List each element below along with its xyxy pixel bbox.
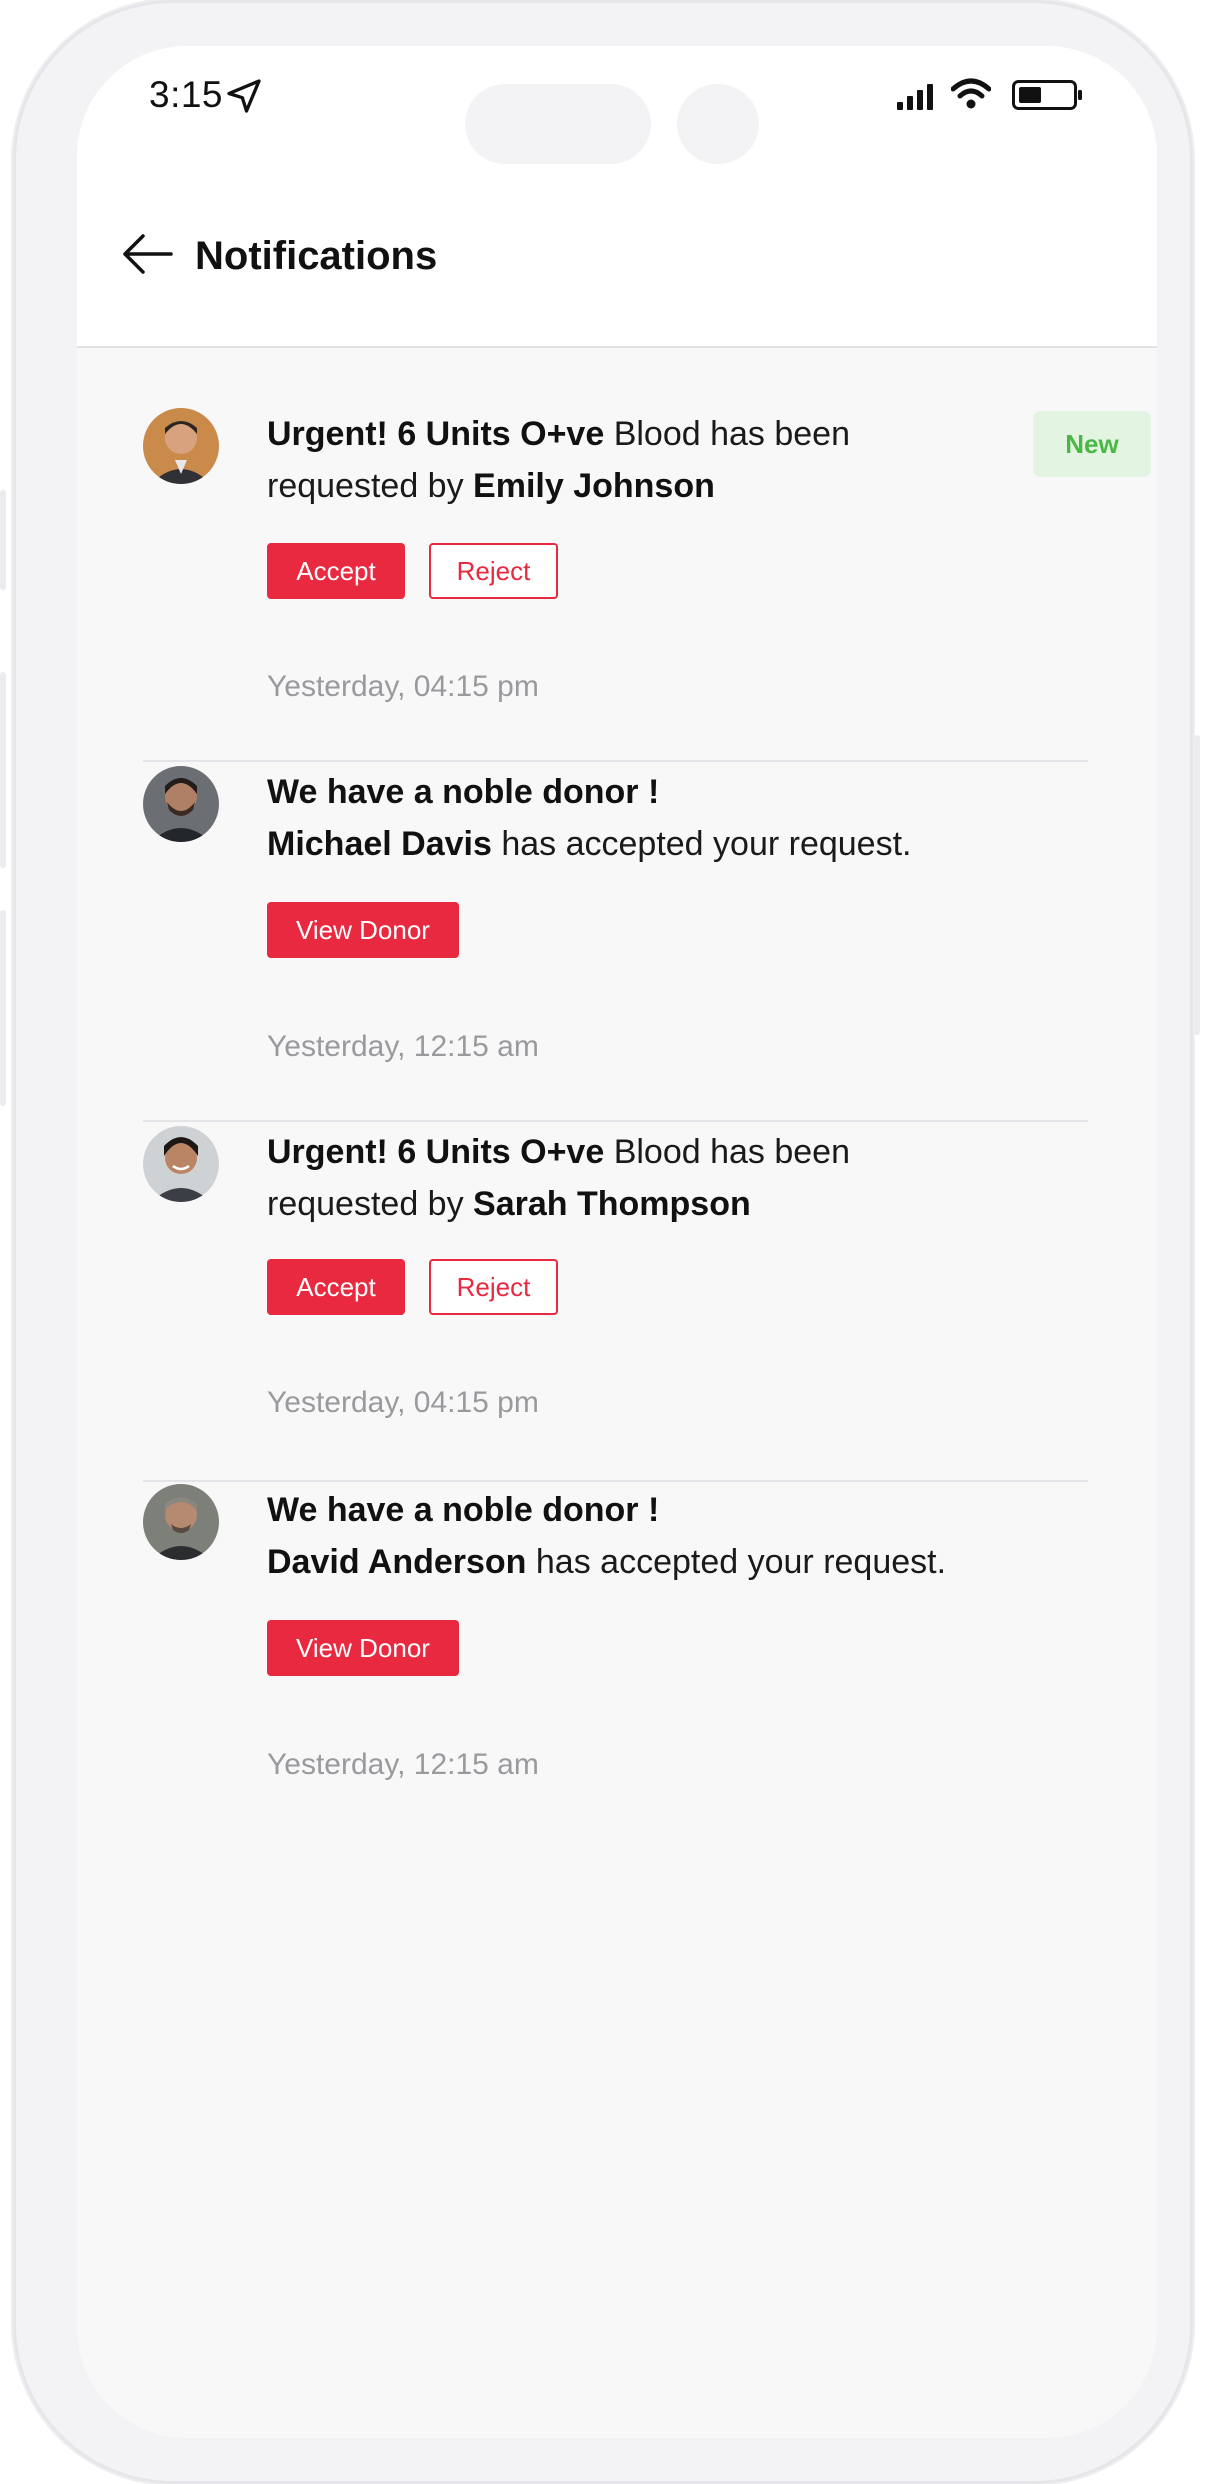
phone-frame: 3:15 Notifications Urgent! 6 Units O+ve … (0, 0, 1200, 2484)
reject-button[interactable]: Reject (429, 1259, 558, 1315)
cellular-signal-icon (897, 84, 933, 110)
notification-heading: We have a noble donor ! (267, 773, 660, 811)
donor-name: David Anderson (267, 1543, 527, 1581)
arrow-left-icon[interactable] (119, 231, 175, 277)
notification-highlight: Urgent! 6 Units O+ve (267, 415, 605, 453)
silent-switch (0, 490, 6, 590)
requester-name: Sarah Thompson (473, 1185, 751, 1223)
notification-time: Yesterday, 04:15 pm (267, 1386, 539, 1419)
notification-highlight: Urgent! 6 Units O+ve (267, 1133, 605, 1171)
notification-message: Urgent! 6 Units O+ve Blood has been requ… (267, 1126, 967, 1230)
notification-item: We have a noble donor ! David Anderson h… (143, 1484, 1093, 1804)
new-badge: New (1033, 411, 1151, 477)
view-donor-button[interactable]: View Donor (267, 1620, 459, 1676)
dynamic-island-camera (677, 84, 759, 164)
notification-message: We have a noble donor ! Michael Davis ha… (267, 766, 967, 870)
notification-time: Yesterday, 04:15 pm (267, 670, 539, 703)
dynamic-island-left (465, 84, 651, 164)
notification-message: We have a noble donor ! David Anderson h… (267, 1484, 967, 1588)
app-screen: 3:15 Notifications Urgent! 6 Units O+ve … (77, 46, 1157, 2438)
volume-down-button (0, 910, 6, 1106)
divider (143, 1120, 1088, 1122)
notification-item: Urgent! 6 Units O+ve Blood has been requ… (143, 408, 1151, 762)
notification-text: has accepted your request. (526, 1543, 947, 1581)
notification-item: We have a noble donor ! Michael Davis ha… (143, 766, 1093, 1122)
location-arrow-icon (227, 79, 261, 113)
view-donor-button[interactable]: View Donor (267, 902, 459, 958)
reject-button[interactable]: Reject (429, 543, 558, 599)
avatar (143, 1484, 219, 1560)
avatar (143, 1126, 219, 1202)
accept-button[interactable]: Accept (267, 543, 405, 599)
app-header: 3:15 Notifications (77, 46, 1157, 348)
notification-time: Yesterday, 12:15 am (267, 1748, 539, 1781)
divider (143, 1480, 1088, 1482)
notification-message: Urgent! 6 Units O+ve Blood has been requ… (267, 408, 967, 512)
donor-name: Michael Davis (267, 825, 492, 863)
divider (143, 760, 1088, 762)
notification-item: Urgent! 6 Units O+ve Blood has been requ… (143, 1126, 1093, 1482)
notification-text: has accepted your request. (491, 825, 912, 863)
accept-button[interactable]: Accept (267, 1259, 405, 1315)
notification-time: Yesterday, 12:15 am (267, 1030, 539, 1063)
wifi-icon (951, 78, 991, 109)
status-time: 3:15 (149, 74, 224, 115)
requester-name: Emily Johnson (473, 467, 715, 505)
avatar (143, 408, 219, 484)
battery-icon (1012, 80, 1082, 110)
volume-up-button (0, 672, 6, 868)
notification-heading: We have a noble donor ! (267, 1491, 660, 1529)
power-button (1194, 735, 1200, 1035)
avatar (143, 766, 219, 842)
page-title: Notifications (195, 234, 438, 278)
